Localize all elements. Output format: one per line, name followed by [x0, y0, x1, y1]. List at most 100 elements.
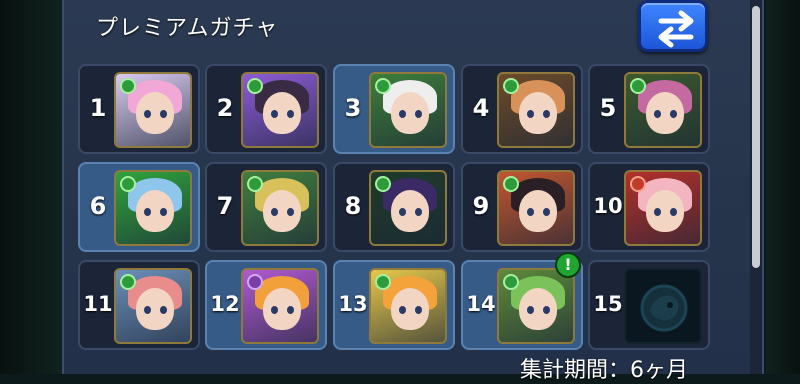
character-portrait — [497, 170, 575, 246]
element-badge-icon — [503, 78, 519, 94]
character-eye — [287, 208, 294, 216]
character-portrait — [624, 72, 702, 148]
character-eye — [399, 110, 406, 118]
character-eye — [271, 306, 278, 314]
character-face — [263, 288, 301, 330]
slot-3[interactable]: 3 — [333, 64, 455, 154]
scrollbar-thumb[interactable] — [752, 6, 760, 268]
slot-number: 4 — [472, 94, 490, 122]
character-eye — [543, 306, 550, 314]
character-eye — [527, 208, 534, 216]
character-face — [646, 190, 684, 232]
monster-silhouette-icon — [640, 284, 688, 332]
slot-number: 9 — [472, 192, 490, 220]
period-label: 集計期間：6ヶ月 — [520, 358, 688, 383]
slot-number: 11 — [83, 292, 113, 316]
character-portrait — [241, 170, 319, 246]
slot-10[interactable]: 10 — [588, 162, 710, 252]
character-portrait — [497, 72, 575, 148]
character-eye — [144, 306, 151, 314]
character-face — [519, 288, 557, 330]
character-portrait — [624, 170, 702, 246]
slot-7[interactable]: 7 — [205, 162, 327, 252]
element-badge-icon — [247, 176, 263, 192]
character-eye — [271, 208, 278, 216]
character-eye — [527, 110, 534, 118]
element-badge-icon — [630, 78, 646, 94]
slot-5[interactable]: 5 — [588, 64, 710, 154]
alert-badge-icon: ! — [555, 252, 581, 278]
character-portrait — [369, 72, 447, 148]
character-eye — [160, 306, 167, 314]
slot-1[interactable]: 1 — [78, 64, 200, 154]
character-eye — [670, 110, 677, 118]
character-eye — [144, 208, 151, 216]
slot-8[interactable]: 8 — [333, 162, 455, 252]
slot-number: 3 — [344, 94, 362, 122]
swap-button[interactable] — [638, 0, 708, 52]
character-eye — [399, 208, 406, 216]
character-eye — [415, 306, 422, 314]
character-face — [136, 92, 174, 134]
character-face — [519, 92, 557, 134]
character-eye — [527, 306, 534, 314]
character-eye — [144, 110, 151, 118]
character-eye — [287, 306, 294, 314]
slot-2[interactable]: 2 — [205, 64, 327, 154]
slot-number: 15 — [593, 292, 623, 316]
slot-15[interactable]: 15 — [588, 260, 710, 350]
character-portrait — [114, 268, 192, 344]
locked-slot — [624, 268, 702, 344]
slot-number: 5 — [599, 94, 617, 122]
character-portrait — [114, 72, 192, 148]
character-portrait — [241, 72, 319, 148]
slot-number: 6 — [89, 192, 107, 220]
element-badge-icon — [247, 274, 263, 290]
background-left — [0, 0, 62, 374]
slot-number: 8 — [344, 192, 362, 220]
slot-14[interactable]: 14! — [461, 252, 583, 350]
slot-number: 2 — [216, 94, 234, 122]
element-badge-icon — [120, 176, 136, 192]
character-eye — [160, 208, 167, 216]
character-eye — [543, 110, 550, 118]
slot-4[interactable]: 4 — [461, 64, 583, 154]
character-face — [391, 190, 429, 232]
character-portrait — [241, 268, 319, 344]
character-face — [136, 288, 174, 330]
character-eye — [654, 110, 661, 118]
character-face — [646, 92, 684, 134]
slot-11[interactable]: 11 — [78, 260, 200, 350]
slot-number: 7 — [216, 192, 234, 220]
character-eye — [399, 306, 406, 314]
character-eye — [543, 208, 550, 216]
character-face — [136, 190, 174, 232]
slot-12[interactable]: 12 — [205, 260, 327, 350]
character-eye — [271, 110, 278, 118]
element-badge-icon — [503, 274, 519, 290]
slot-number: 14 — [466, 292, 496, 316]
swap-arrows-icon — [658, 10, 694, 48]
slot-9[interactable]: 9 — [461, 162, 583, 252]
element-badge-icon — [120, 274, 136, 290]
element-badge-icon — [247, 78, 263, 94]
character-face — [391, 288, 429, 330]
slot-number: 10 — [593, 194, 623, 218]
character-face — [263, 92, 301, 134]
character-eye — [160, 110, 167, 118]
slot-13[interactable]: 13 — [333, 260, 455, 350]
element-badge-icon — [375, 78, 391, 94]
character-portrait — [497, 268, 575, 344]
character-eye — [654, 208, 661, 216]
character-eye — [415, 208, 422, 216]
character-face — [519, 190, 557, 232]
element-badge-icon — [375, 274, 391, 290]
element-badge-icon — [375, 176, 391, 192]
background-right — [766, 0, 800, 374]
character-face — [263, 190, 301, 232]
slot-number: 13 — [338, 292, 368, 316]
element-badge-icon — [120, 78, 136, 94]
slot-6[interactable]: 6 — [78, 162, 200, 252]
character-portrait — [114, 170, 192, 246]
slot-number: 12 — [210, 292, 240, 316]
